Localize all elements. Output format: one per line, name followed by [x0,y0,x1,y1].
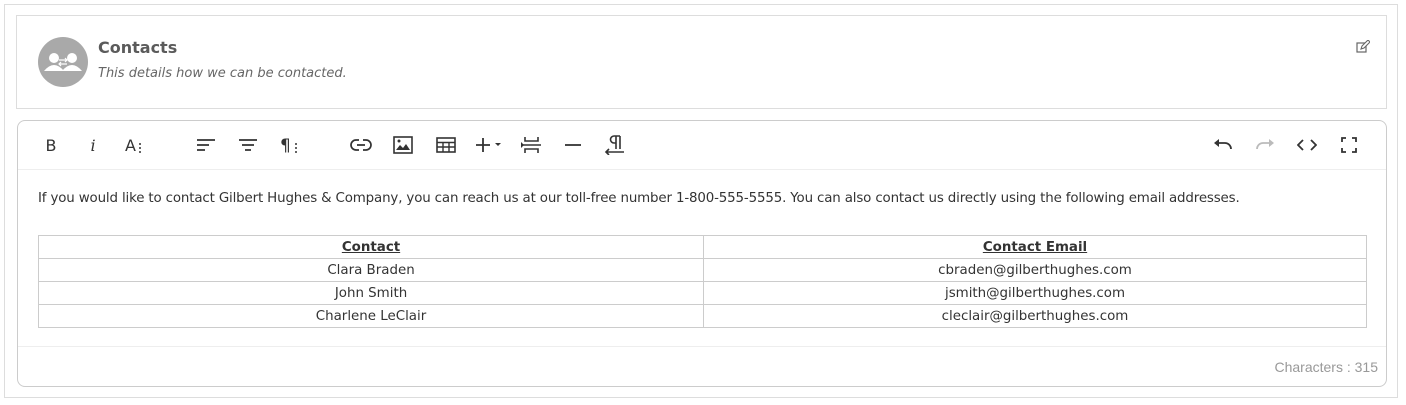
text-direction-button[interactable] [600,130,630,160]
insert-button[interactable] [473,130,507,160]
code-icon [1297,139,1317,151]
column-header-contact: Contact [38,235,704,259]
contacts-exchange-icon [38,37,88,87]
page-break-button[interactable] [516,130,546,160]
contact-email-cell: jsmith@gilberthughes.com [703,281,1367,305]
link-button[interactable] [346,130,376,160]
code-view-button[interactable] [1292,130,1322,160]
table-button[interactable] [431,130,461,160]
italic-icon: i [90,135,96,155]
fullscreen-button[interactable] [1334,130,1364,160]
page-title: Contacts [98,38,178,57]
contact-email-cell: cbraden@gilberthughes.com [703,258,1367,282]
table-row: Clara Braden cbraden@gilberthughes.com [38,258,1367,282]
horizontal-line-button[interactable] [558,130,588,160]
align-left-icon [197,139,215,151]
svg-text:A: A [125,136,136,154]
link-icon [350,139,372,151]
font-size-icon: A [125,136,141,154]
bold-icon: B [45,135,57,155]
italic-button[interactable]: i [78,130,108,160]
image-icon [393,136,413,154]
editor-toolbar: B i A ¶ [18,121,1386,170]
redo-button[interactable] [1250,130,1280,160]
rtl-paragraph-icon [604,135,624,155]
formats-button[interactable] [233,130,263,160]
image-button[interactable] [388,130,418,160]
contact-email-cell: cleclair@gilberthughes.com [703,304,1367,328]
horizontal-line-icon [565,144,581,146]
character-count: Characters : 315 [1274,359,1379,375]
align-button[interactable] [191,130,221,160]
paragraph-button[interactable]: ¶ [276,130,306,160]
svg-text:¶: ¶ [280,136,291,154]
undo-button[interactable] [1208,130,1238,160]
column-header-contact-email: Contact Email [703,235,1367,259]
edit-icon[interactable] [1356,39,1371,53]
contacts-table: Contact Contact Email Clara Braden cbrad… [38,235,1367,328]
plus-dropdown-icon [476,138,501,152]
font-size-button[interactable]: A [121,130,151,160]
table-row: John Smith jsmith@gilberthughes.com [38,281,1367,305]
table-row: Charlene LeClair cleclair@gilberthughes.… [38,304,1367,328]
contact-name-cell: Clara Braden [38,258,704,282]
undo-icon [1214,139,1232,150]
page-break-icon [521,137,541,153]
bold-button[interactable]: B [36,130,66,160]
table-header-row: Contact Contact Email [38,235,1367,259]
contact-name-cell: Charlene LeClair [38,304,704,328]
editor-content[interactable]: If you would like to contact Gilbert Hug… [38,191,1368,328]
table-icon [436,137,456,153]
rich-text-editor: B i A ¶ If you would like to contact Gil… [17,120,1387,387]
page-subtitle: This details how we can be contacted. [98,66,347,81]
contacts-panel: Contacts This details how we can be cont… [4,4,1398,398]
section-header: Contacts This details how we can be cont… [16,15,1387,109]
editor-footer: Characters : 315 [18,346,1386,386]
redo-icon [1256,139,1274,150]
fullscreen-icon [1341,137,1357,153]
contact-name-cell: John Smith [38,281,704,305]
contact-paragraph: If you would like to contact Gilbert Hug… [38,191,1240,206]
formats-icon [239,139,257,151]
paragraph-icon: ¶ [280,136,297,154]
